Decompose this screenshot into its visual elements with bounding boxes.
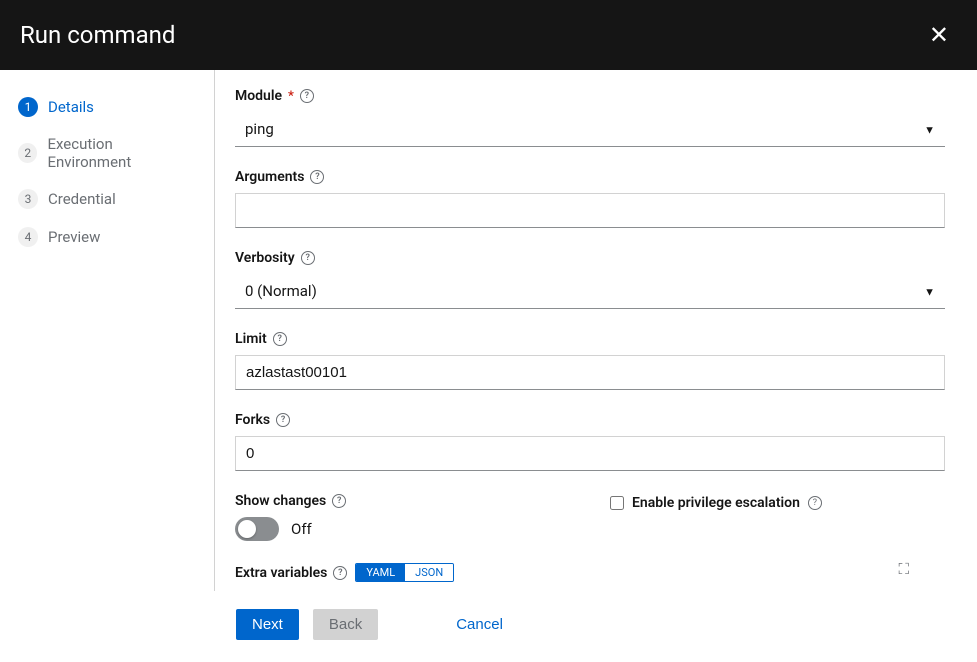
help-icon[interactable]: ? <box>332 494 346 508</box>
form-content[interactable]: Module * ? ping ▼ Arguments ? Verbosi <box>215 70 977 591</box>
toggle-knob <box>238 520 256 538</box>
forks-label: Forks <box>235 412 270 428</box>
help-icon[interactable]: ? <box>301 251 315 265</box>
expand-icon[interactable]: ⛶ <box>898 560 909 578</box>
wizard-step-execution-environment[interactable]: 2 Execution Environment <box>0 126 214 180</box>
next-button[interactable]: Next <box>236 609 299 640</box>
cancel-button[interactable]: Cancel <box>440 609 519 640</box>
show-changes-label: Show changes <box>235 493 326 509</box>
tab-yaml[interactable]: YAML <box>356 564 405 581</box>
help-icon[interactable]: ? <box>276 413 290 427</box>
back-button: Back <box>313 609 378 640</box>
help-icon[interactable]: ? <box>300 89 314 103</box>
privilege-escalation-label: Enable privilege escalation <box>632 495 800 511</box>
module-label: Module <box>235 88 282 104</box>
limit-label: Limit <box>235 331 267 347</box>
step-number: 3 <box>18 189 38 209</box>
step-number: 2 <box>18 143 37 163</box>
close-button[interactable]: ✕ <box>921 17 957 54</box>
show-changes-toggle[interactable] <box>235 517 279 541</box>
help-icon[interactable]: ? <box>273 332 287 346</box>
modal-header: Run command ✕ <box>0 0 977 70</box>
module-select[interactable]: ping <box>235 112 945 147</box>
wizard-step-preview[interactable]: 4 Preview <box>0 218 214 256</box>
tab-json[interactable]: JSON <box>405 564 453 581</box>
step-label: Preview <box>48 228 100 246</box>
forks-input[interactable] <box>235 436 945 471</box>
step-label: Credential <box>48 190 116 208</box>
help-icon[interactable]: ? <box>333 566 347 580</box>
step-label: Details <box>48 98 94 116</box>
help-icon[interactable]: ? <box>808 496 822 510</box>
wizard-sidebar: 1 Details 2 Execution Environment 3 Cred… <box>0 70 215 591</box>
wizard-footer: Next Back Cancel <box>0 591 977 662</box>
arguments-input[interactable] <box>235 193 945 228</box>
required-indicator: * <box>288 89 294 104</box>
help-icon[interactable]: ? <box>310 170 324 184</box>
close-icon: ✕ <box>929 22 949 49</box>
extra-variables-label: Extra variables <box>235 565 327 581</box>
wizard-step-details[interactable]: 1 Details <box>0 88 214 126</box>
verbosity-select[interactable]: 0 (Normal) <box>235 274 945 309</box>
wizard-step-credential[interactable]: 3 Credential <box>0 180 214 218</box>
toggle-state-text: Off <box>291 520 312 538</box>
verbosity-label: Verbosity <box>235 250 295 266</box>
limit-input[interactable] <box>235 355 945 390</box>
step-number: 1 <box>18 97 38 117</box>
step-number: 4 <box>18 227 38 247</box>
modal-title: Run command <box>20 21 175 49</box>
privilege-escalation-checkbox[interactable] <box>610 496 624 510</box>
arguments-label: Arguments <box>235 169 304 185</box>
step-label: Execution Environment <box>47 135 196 171</box>
format-tabs: YAML JSON <box>355 563 454 582</box>
